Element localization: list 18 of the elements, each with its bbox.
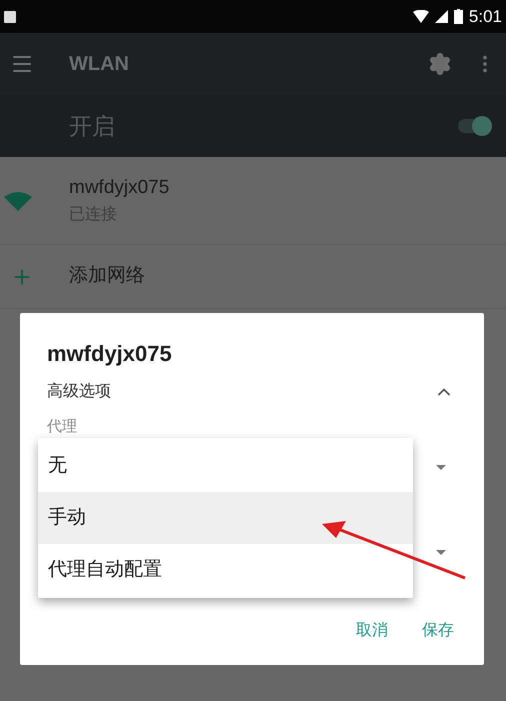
settings-icon[interactable] xyxy=(428,52,452,76)
dropdown-option[interactable]: 代理自动配置 xyxy=(38,544,413,596)
dropdown-caret-icon[interactable] xyxy=(436,550,446,554)
notification-icon xyxy=(4,10,16,22)
dropdown-option[interactable]: 手动 xyxy=(38,492,413,544)
proxy-label: 代理 xyxy=(47,417,78,437)
wifi-icon xyxy=(412,10,429,23)
toolbar-title: WLAN xyxy=(69,52,130,77)
wlan-switch[interactable] xyxy=(456,116,492,136)
dialog-title: mwfdyjx075 xyxy=(47,340,173,368)
clock: 5:01 xyxy=(468,6,502,28)
switch-label: 开启 xyxy=(69,112,116,141)
signal-icon xyxy=(434,10,448,23)
wifi-icon xyxy=(4,190,32,210)
advanced-options-label[interactable]: 高级选项 xyxy=(47,380,111,404)
dropdown-caret-icon[interactable] xyxy=(436,464,446,470)
battery-icon xyxy=(454,9,463,24)
dropdown-option[interactable]: 无 xyxy=(38,440,413,492)
